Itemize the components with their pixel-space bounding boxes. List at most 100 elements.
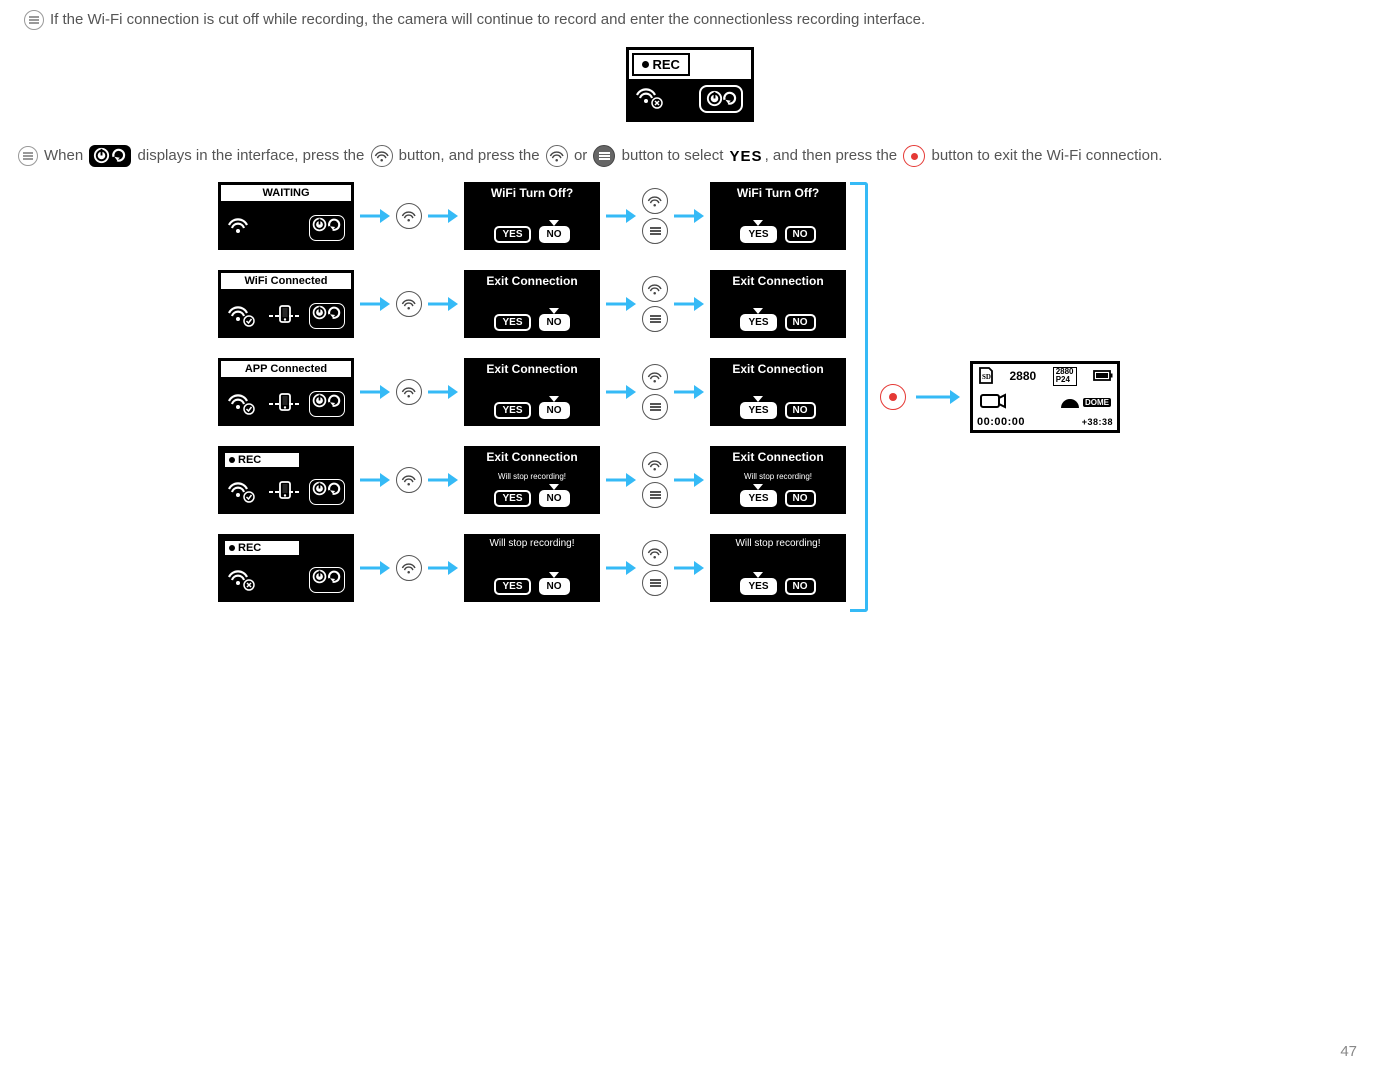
rec-screenshot: REC xyxy=(18,47,1361,122)
prompt-screen: Exit ConnectionYESNO xyxy=(710,270,846,338)
no-button: NO xyxy=(785,578,816,595)
arrow-icon xyxy=(606,385,636,399)
arrow-icon xyxy=(360,297,390,311)
arrow-icon xyxy=(606,561,636,575)
arrow-icon xyxy=(606,297,636,311)
wifi-button-icon xyxy=(396,467,422,493)
status-screen: REC xyxy=(218,446,354,514)
flow-diagram: WAITINGWiFi Turn Off?YESNOWiFi Turn Off?… xyxy=(218,182,1361,612)
no-button: NO xyxy=(785,490,816,507)
menu-button-icon xyxy=(642,306,668,332)
status-screen: WiFi Connected xyxy=(218,270,354,338)
arrow-icon xyxy=(360,209,390,223)
wifi-menu-buttons xyxy=(642,540,668,596)
wifi-off-icon xyxy=(635,85,667,113)
yes-button: YES xyxy=(494,314,530,331)
yes-button: YES xyxy=(494,490,530,507)
wifi-button-icon xyxy=(371,145,393,167)
prompt-screen: WiFi Turn Off?YESNO xyxy=(710,182,846,250)
note-2: When displays in the interface, press th… xyxy=(18,144,1361,168)
wifi-button-icon xyxy=(642,364,668,390)
wifi-status-icon xyxy=(227,303,257,329)
note-1-text: If the Wi-Fi connection is cut off while… xyxy=(50,8,925,31)
arrow-icon xyxy=(428,561,458,575)
wifi-button-icon xyxy=(396,203,422,229)
flow-bracket xyxy=(850,182,868,612)
arrow-icon xyxy=(674,561,704,575)
arrow-icon xyxy=(428,473,458,487)
no-button: NO xyxy=(539,490,570,507)
wifi-button-icon xyxy=(642,452,668,478)
no-button: NO xyxy=(539,314,570,331)
time-value: 00:00:00 xyxy=(977,416,1025,428)
arrow-icon xyxy=(428,385,458,399)
status-screen: WAITING xyxy=(218,182,354,250)
yes-button: YES xyxy=(740,578,776,595)
arrow-icon xyxy=(674,209,704,223)
prompt-screen: Exit ConnectionYESNO xyxy=(710,358,846,426)
wifi-status-icon xyxy=(227,479,257,505)
wifi-menu-buttons xyxy=(642,276,668,332)
arrow-icon xyxy=(606,473,636,487)
arrow-icon xyxy=(428,209,458,223)
arrow-icon xyxy=(360,385,390,399)
menu-button-icon xyxy=(642,570,668,596)
wifi-menu-buttons xyxy=(642,452,668,508)
no-button: NO xyxy=(785,402,816,419)
yes-button: YES xyxy=(494,226,530,243)
prompt-screen: Will stop recording!YESNO xyxy=(464,534,600,602)
menu-button-icon xyxy=(593,145,615,167)
no-button: NO xyxy=(539,402,570,419)
note-icon xyxy=(18,146,38,166)
result-screen: 2880 2880P24 DOME 00:00:00 +38:38 xyxy=(970,361,1120,433)
record-button-icon xyxy=(880,384,906,410)
yes-button: YES xyxy=(740,490,776,507)
status-screen: APP Connected xyxy=(218,358,354,426)
yes-button: YES xyxy=(494,402,530,419)
prompt-screen: Exit ConnectionWill stop recording!YESNO xyxy=(464,446,600,514)
menu-button-icon xyxy=(642,394,668,420)
wifi-button-icon xyxy=(396,291,422,317)
flow-row: WAITINGWiFi Turn Off?YESNOWiFi Turn Off?… xyxy=(218,182,846,250)
prompt-screen: Will stop recording!YESNO xyxy=(710,534,846,602)
yes-button: YES xyxy=(494,578,530,595)
wifi-button-icon xyxy=(396,555,422,581)
arrow-icon xyxy=(428,297,458,311)
phone-link-icon xyxy=(269,392,297,416)
flow-row: WiFi ConnectedExit ConnectionYESNOExit C… xyxy=(218,270,846,338)
arrow-icon xyxy=(606,209,636,223)
prompt-screen: Exit ConnectionYESNO xyxy=(464,358,600,426)
wifi-menu-buttons xyxy=(642,364,668,420)
flow-row: RECWill stop recording!YESNOWill stop re… xyxy=(218,534,846,602)
prompt-screen: Exit ConnectionWill stop recording!YESNO xyxy=(710,446,846,514)
wifi-button-icon xyxy=(642,188,668,214)
no-button: NO xyxy=(539,578,570,595)
menu-button-icon xyxy=(642,218,668,244)
phone-link-icon xyxy=(269,304,297,328)
record-button-icon xyxy=(903,145,925,167)
arrow-icon xyxy=(360,561,390,575)
power-back-badge xyxy=(699,85,743,113)
wifi-status-icon xyxy=(227,215,257,241)
page-number: 47 xyxy=(1340,1043,1357,1060)
status-screen: REC xyxy=(218,534,354,602)
arrow-icon xyxy=(674,473,704,487)
prompt-screen: Exit ConnectionYESNO xyxy=(464,270,600,338)
clock-value: +38:38 xyxy=(1082,417,1113,427)
rec-chip-label: REC xyxy=(653,57,680,72)
power-back-badge xyxy=(309,567,345,593)
yes-button: YES xyxy=(740,226,776,243)
yes-button: YES xyxy=(740,314,776,331)
wifi-menu-buttons xyxy=(642,188,668,244)
wifi-button-icon xyxy=(396,379,422,405)
no-button: NO xyxy=(785,314,816,331)
no-button: NO xyxy=(539,226,570,243)
menu-button-icon xyxy=(642,482,668,508)
power-back-badge-inline xyxy=(89,145,131,167)
res-value: 2880 xyxy=(1010,369,1037,383)
wifi-status-icon xyxy=(227,391,257,417)
arrow-icon xyxy=(674,297,704,311)
wifi-button-icon xyxy=(642,540,668,566)
wifi-button-icon xyxy=(642,276,668,302)
arrow-icon xyxy=(916,390,960,404)
